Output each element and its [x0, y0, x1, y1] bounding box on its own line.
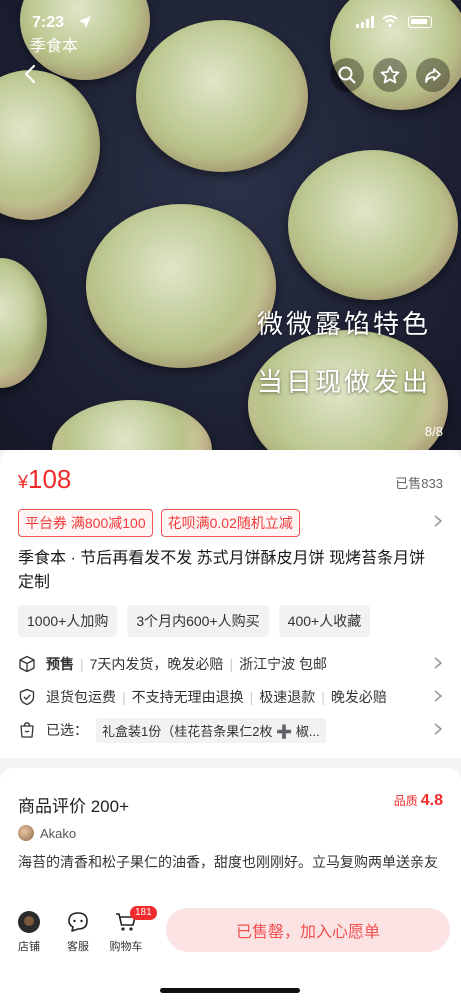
price-value: 108	[28, 464, 72, 494]
back-arrow-icon[interactable]	[18, 60, 42, 88]
image-page-indicator: 8/8	[424, 424, 443, 439]
shipping-row[interactable]: 预售 | 7天内发货，晚发必赔 | 浙江宁波 包邮	[18, 652, 443, 676]
stats-tags: 1000+人加购 3个月内600+人购买 400+人收藏	[18, 605, 371, 637]
service-label: 客服	[67, 941, 89, 953]
chevron-right-icon[interactable]	[433, 514, 443, 528]
cart-label: 购物车	[109, 941, 143, 953]
huabei-coupon[interactable]: 花呗满0.02随机立减	[160, 509, 300, 537]
coupon-row[interactable]: 平台券 满800减100 花呗满0.02随机立减	[18, 509, 300, 537]
mooncake-image	[136, 20, 308, 172]
quality-score: 4.8	[420, 792, 443, 809]
reviews-title[interactable]: 商品评价 200+	[18, 792, 129, 817]
selection-row[interactable]: 已选： 礼盒装1份（桂花苔条果仁2枚 ➕ 椒...	[18, 717, 443, 743]
package-icon	[19, 655, 35, 673]
price: ¥108	[18, 464, 71, 495]
customer-service-button[interactable]: 客服	[58, 910, 98, 954]
product-title: 季食本 · 节后再看发不发 苏式月饼酥皮月饼 现烤苔条月饼 定制	[18, 550, 426, 591]
overlay-caption-1: 微微露馅特色	[256, 310, 431, 340]
status-bar: 7:23 季食本	[0, 0, 461, 55]
selection-label: 已选：	[46, 722, 88, 738]
mooncake-image	[86, 204, 276, 368]
service-item: 不支持无理由退换	[131, 689, 244, 705]
shipping-time: 7天内发货，晚发必赔	[89, 656, 224, 672]
service-row[interactable]: 退货包运费 | 不支持无理由退换 | 极速退款 | 晚发必赔	[18, 685, 443, 709]
service-item: 极速退款	[259, 689, 316, 705]
back-to-app-link[interactable]: 季食本	[30, 32, 78, 56]
stat-tag: 1000+人加购	[18, 605, 118, 637]
cellular-signal-icon	[356, 16, 374, 28]
avatar	[18, 825, 34, 841]
star-icon	[380, 65, 400, 84]
shop-label: 店铺	[18, 941, 40, 953]
quality-label: 品质	[393, 794, 418, 808]
platform-coupon[interactable]: 平台券 满800减100	[18, 509, 153, 537]
review-text: 海苔的清香和松子果仁的油香，甜度也刚刚好。立马复购两单送亲友	[18, 854, 438, 870]
add-to-wishlist-button[interactable]: 已售罄，加入心愿单	[166, 908, 450, 952]
shopping-bag-icon	[20, 722, 34, 738]
cart-button[interactable]: 181 购物车	[106, 906, 157, 954]
favorite-button[interactable]	[373, 58, 407, 92]
currency-symbol: ¥	[18, 472, 29, 492]
chevron-right-icon	[434, 657, 443, 669]
chat-icon	[68, 912, 88, 932]
reviewer: Akako	[18, 825, 76, 841]
mooncake-image	[52, 400, 212, 450]
home-indicator[interactable]	[160, 988, 300, 993]
shop-button[interactable]: 店铺	[9, 910, 49, 954]
shipping-origin: 浙江宁波 包邮	[239, 656, 327, 672]
service-item: 退货包运费	[46, 689, 116, 705]
mooncake-image	[0, 70, 100, 220]
reviewer-name: Akako	[40, 825, 77, 841]
status-time: 7:23	[32, 14, 65, 31]
chevron-right-icon	[434, 723, 443, 735]
chevron-right-icon	[434, 690, 443, 702]
share-icon	[425, 68, 441, 83]
mooncake-image	[0, 258, 47, 388]
sold-count: 已售833	[395, 476, 443, 491]
presale-label: 预售	[46, 656, 74, 672]
stat-tag: 3个月内600+人购买	[127, 605, 269, 637]
battery-icon	[408, 16, 432, 28]
search-button[interactable]	[330, 58, 364, 92]
wifi-icon	[382, 15, 398, 28]
shop-avatar-icon	[18, 911, 40, 933]
bottom-action-bar: 店铺 客服 181 购物车 已售罄，加入心愿单	[0, 898, 461, 1000]
share-button[interactable]	[416, 58, 450, 92]
stat-tag: 400+人收藏	[278, 605, 371, 637]
search-icon	[338, 66, 356, 84]
cart-count-badge: 181	[130, 906, 157, 920]
service-item: 晚发必赔	[330, 689, 387, 705]
selected-variant[interactable]: 礼盒装1份（桂花苔条果仁2枚 ➕ 椒...	[96, 717, 326, 743]
location-arrow-icon	[79, 16, 91, 28]
quality-rating: 品质 4.8	[394, 792, 443, 810]
product-info-card: ¥108 已售833 平台券 满800减100 花呗满0.02随机立减 季食本 …	[0, 450, 461, 758]
mooncake-image	[288, 150, 458, 300]
shield-check-icon	[19, 688, 35, 706]
overlay-caption-2: 当日现做发出	[256, 368, 431, 398]
